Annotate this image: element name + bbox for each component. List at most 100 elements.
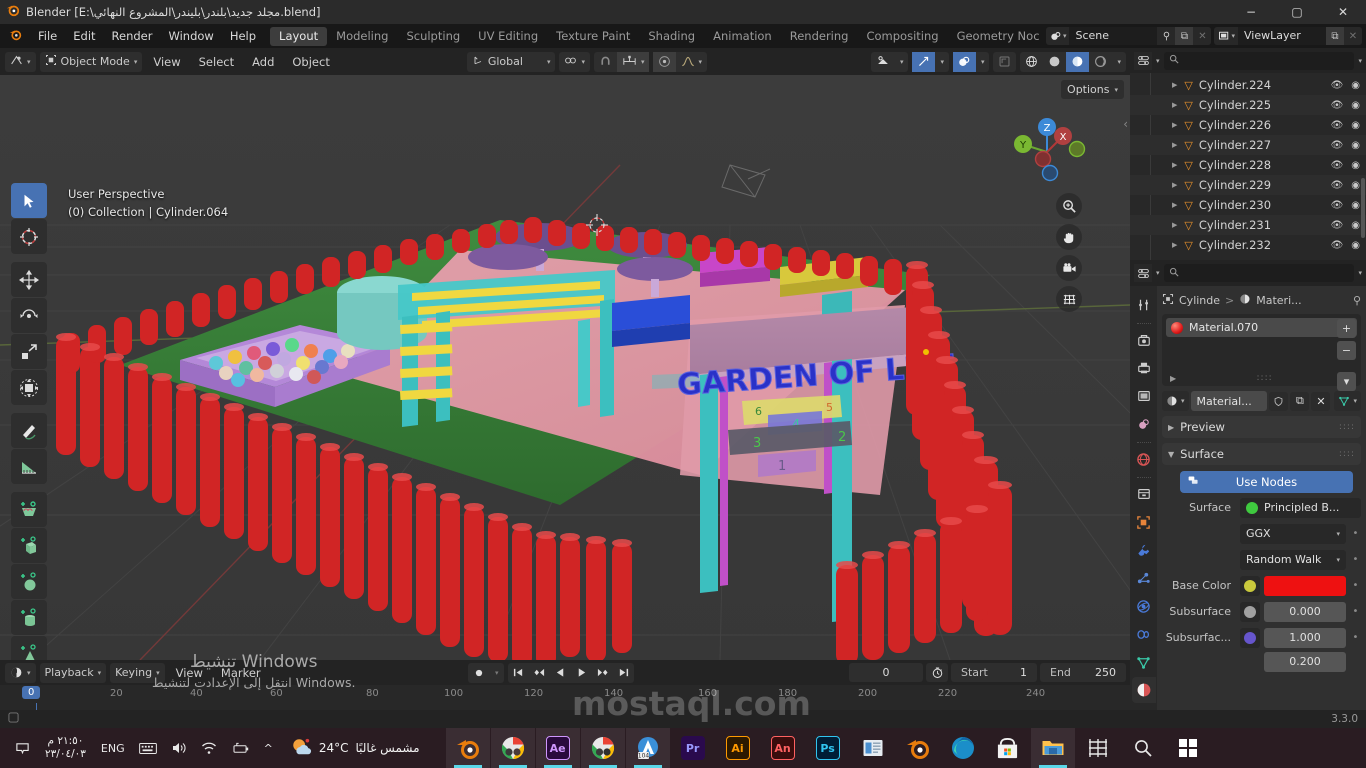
add-cone-tool[interactable]	[11, 636, 47, 660]
add-slot-button[interactable]: +	[1337, 319, 1356, 338]
camera-view-icon[interactable]	[1056, 255, 1082, 281]
animate-property-dot[interactable]: •	[1350, 606, 1361, 617]
tab-geometry-nodes[interactable]: Geometry Noc	[948, 27, 1049, 46]
viewport-menu-select[interactable]: Select	[192, 55, 241, 69]
rotate-tool[interactable]	[11, 298, 47, 333]
distribution-dropdown[interactable]: GGX ▾	[1240, 523, 1346, 544]
tab-shading[interactable]: Shading	[639, 27, 704, 46]
eye-icon[interactable]: 👁	[1331, 140, 1344, 151]
menu-file[interactable]: File	[30, 24, 65, 48]
taskbar-premiere-pro[interactable]: Pr	[671, 728, 715, 768]
taskbar-clock[interactable]: ٢١:٥٠ م ٢٣/٠٤/٠٣	[37, 735, 94, 761]
list-item[interactable]: ▶ ▽ Cylinder.229 👁 ◉	[1130, 175, 1366, 195]
volume-icon[interactable]	[164, 741, 194, 755]
camera-icon[interactable]: ◉	[1351, 240, 1360, 251]
taskbar-file-explorer[interactable]	[1030, 728, 1075, 768]
menu-window[interactable]: Window	[160, 24, 221, 48]
pan-hand-icon[interactable]	[1056, 224, 1082, 250]
expand-triangle-icon[interactable]: ▶	[1172, 201, 1177, 209]
viewlayer-name[interactable]: ViewLayer	[1238, 27, 1326, 45]
filter-icon[interactable]: ▾	[1358, 57, 1362, 65]
properties-editor[interactable]: ▾ ▾ Cylinde > Materi... ⚲ Material.070 ▶…	[1130, 260, 1366, 710]
properties-tab-viewlayer[interactable]	[1132, 383, 1156, 409]
eye-icon[interactable]: 👁	[1331, 80, 1344, 91]
visibility-dropdown[interactable]: ▾	[895, 52, 909, 72]
maximize-button[interactable]: ▢	[1274, 0, 1320, 24]
expand-triangle-icon[interactable]: ▶	[1172, 121, 1177, 129]
resize-grip-icon[interactable]: ::::	[1176, 373, 1353, 383]
timeline-menu-view[interactable]: View	[169, 666, 210, 680]
unlink-x-icon[interactable]: ✕	[1311, 391, 1331, 411]
surface-shader-field[interactable]: Principled B...	[1240, 497, 1361, 518]
jump-start-icon[interactable]	[508, 663, 529, 683]
taskbar-blender[interactable]	[896, 728, 940, 768]
taskbar-chrome-profile-1[interactable]	[490, 728, 535, 768]
eye-icon[interactable]: 👁	[1331, 100, 1344, 111]
eye-icon[interactable]: 👁	[1331, 200, 1344, 211]
material-browse-button[interactable]: ▾	[1162, 391, 1189, 411]
camera-icon[interactable]: ◉	[1351, 220, 1360, 231]
camera-icon[interactable]: ◉	[1351, 180, 1360, 191]
show-hidden-icon[interactable]: ^	[257, 742, 280, 755]
shading-wireframe-icon[interactable]	[1020, 52, 1043, 72]
taskbar-blender-window[interactable]	[445, 728, 490, 768]
taskbar-start-button[interactable]	[1166, 728, 1210, 768]
properties-tab-tool[interactable]	[1132, 292, 1156, 318]
viewlayer-selector[interactable]: ▾ ViewLayer ⧉ ✕	[1214, 27, 1362, 45]
menu-render[interactable]: Render	[104, 24, 161, 48]
remove-viewlayer-icon[interactable]: ✕	[1344, 27, 1362, 45]
outliner-scrollbar[interactable]	[1361, 178, 1365, 238]
timeline-editor-icon[interactable]: ▾	[5, 663, 36, 683]
chevron-down-icon[interactable]: ▾	[1156, 57, 1160, 65]
list-item[interactable]: ▶ ▽ Cylinder.232 👁 ◉	[1130, 235, 1366, 255]
expand-triangle-icon[interactable]: ▶	[1172, 101, 1177, 109]
menu-edit[interactable]: Edit	[65, 24, 103, 48]
orthographic-toggle-icon[interactable]	[1056, 286, 1082, 312]
timeline-editor-type[interactable]: ▾	[5, 662, 36, 683]
expand-triangle-icon[interactable]: ▶	[1172, 181, 1177, 189]
viewport-menu-object[interactable]: Object	[285, 55, 336, 69]
taskbar-film-strip-app[interactable]	[1076, 728, 1120, 768]
annotate-tool[interactable]	[11, 413, 47, 448]
battery-icon[interactable]	[224, 742, 257, 755]
chevron-down-icon[interactable]: ▾	[1156, 269, 1160, 277]
expand-triangle-icon[interactable]: ▶	[1172, 221, 1177, 229]
properties-tab-output[interactable]	[1132, 355, 1156, 381]
outliner-editor[interactable]: ▾ ▾ ▶ ▽ Cylinder.224 👁 ◉ ▶ ▽ Cylinder.225	[1130, 48, 1366, 260]
taskbar-search[interactable]	[1121, 728, 1165, 768]
eye-icon[interactable]: 👁	[1331, 240, 1344, 251]
gizmo-dropdown[interactable]: ▾	[935, 52, 949, 72]
material-name-field[interactable]: Material...	[1190, 391, 1268, 411]
duplicate-icon[interactable]: ⧉	[1290, 391, 1310, 411]
list-item[interactable]: ▶ ▽ Cylinder.231 👁 ◉	[1130, 215, 1366, 235]
minimize-button[interactable]: −	[1228, 0, 1274, 24]
camera-icon[interactable]: ◉	[1351, 160, 1360, 171]
move-tool[interactable]	[11, 262, 47, 297]
scene-selector[interactable]: ▾ Scene ⚲ ⧉ ✕	[1045, 27, 1212, 45]
play-reverse-icon[interactable]	[550, 663, 571, 683]
proportional-edit-icon[interactable]	[653, 51, 677, 72]
properties-tab-data[interactable]	[1132, 649, 1156, 675]
playback-menu-inner[interactable]: Playback ▾	[40, 663, 107, 683]
viewport-options-button[interactable]: Options ▾	[1061, 80, 1124, 99]
taskbar-after-effects[interactable]: Ae	[535, 728, 580, 768]
timeline-playhead[interactable]: 0	[22, 685, 54, 728]
base-color-swatch[interactable]	[1264, 575, 1346, 596]
add-sphere-tool[interactable]	[11, 564, 47, 599]
properties-search-input[interactable]	[1163, 264, 1355, 282]
timeline-ruler[interactable]: 20 40 60 80 100 120 140 160 180 200 220 …	[0, 685, 1130, 728]
subsurface-radius-value-field-2[interactable]: 0.200	[1264, 651, 1346, 672]
pin-icon[interactable]: ⚲	[1157, 27, 1176, 45]
material-slot-item[interactable]: Material.070	[1166, 318, 1357, 337]
language-indicator[interactable]: ENG	[94, 742, 132, 755]
keyboard-icon[interactable]	[132, 742, 164, 755]
properties-options-icon[interactable]: ▾	[1358, 269, 1362, 277]
viewport-menu-view[interactable]: View	[146, 55, 187, 69]
properties-editor-icon[interactable]	[1134, 264, 1152, 282]
taskbar-microsoft-edge[interactable]	[941, 728, 985, 768]
stopwatch-icon[interactable]	[926, 663, 948, 682]
xray-icon[interactable]	[993, 52, 1016, 72]
sidebar-toggle-icon[interactable]: ‹	[1123, 117, 1128, 131]
properties-tab-object[interactable]	[1132, 509, 1156, 535]
properties-tab-scene[interactable]	[1132, 411, 1156, 437]
